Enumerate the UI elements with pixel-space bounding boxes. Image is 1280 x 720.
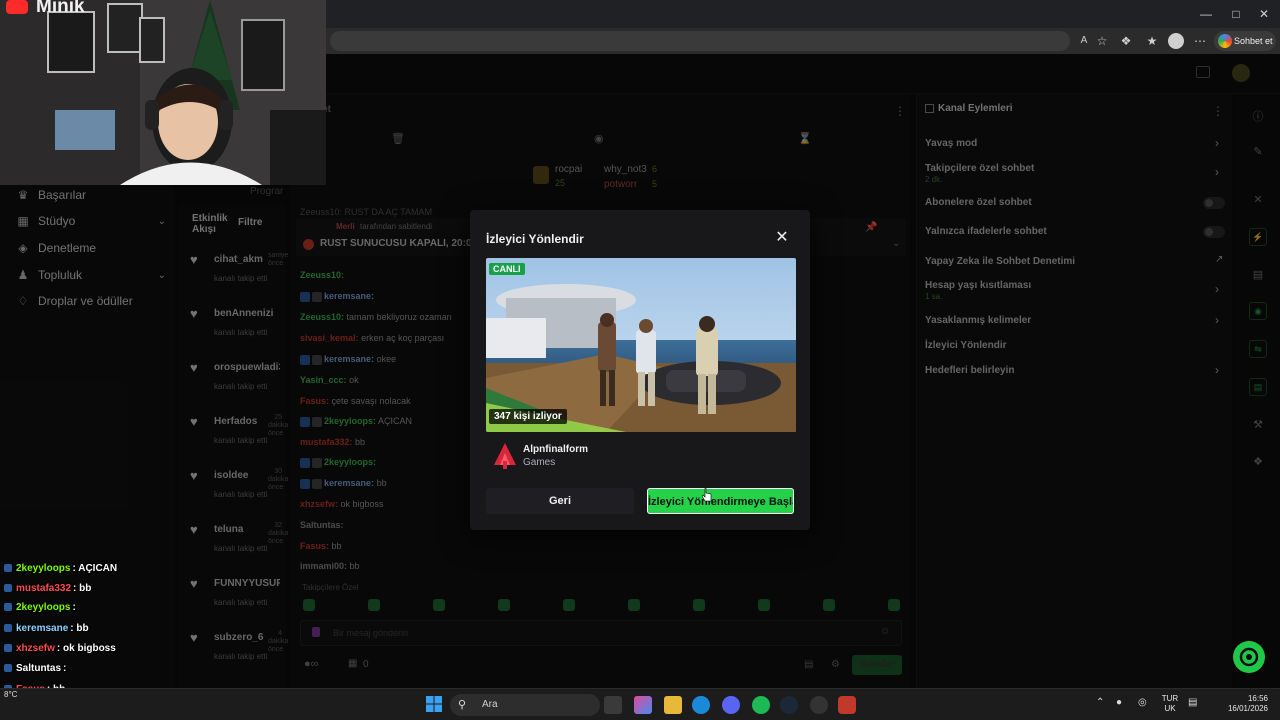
discord-icon[interactable] xyxy=(722,696,740,714)
modal-title: İzleyici Yönlendir xyxy=(486,232,584,246)
subscriber-badge-icon xyxy=(4,664,12,673)
lang-bottom: UK xyxy=(1164,704,1176,713)
close-icon[interactable]: ✕ xyxy=(774,230,790,246)
search-icon: ⚲ xyxy=(458,699,467,711)
subscriber-badge-icon xyxy=(4,564,12,573)
overlay-chat-text: : ok bigboss xyxy=(56,643,116,654)
help-button[interactable] xyxy=(1233,641,1265,673)
overlay-chat-text: : bb xyxy=(70,623,89,634)
tray-icon[interactable]: ● xyxy=(1116,697,1122,708)
obs-icon[interactable] xyxy=(810,696,828,714)
extensions-icon[interactable]: ❖ xyxy=(1116,31,1136,51)
channel-category: Games xyxy=(523,457,556,468)
spotify-icon[interactable] xyxy=(752,696,770,714)
favorites-icon[interactable]: ★ xyxy=(1142,31,1162,51)
address-bar[interactable] xyxy=(330,31,1070,51)
overlay-title: Minik xyxy=(36,0,85,17)
copilot-chat-label: Sohbet et xyxy=(1234,36,1273,46)
overlay-chat-username: xhzsefw xyxy=(16,643,55,654)
overlay-chat-username: mustafa332 xyxy=(16,583,72,594)
viewer-count-badge: 347 kişi izliyor xyxy=(489,409,567,424)
start-raid-button[interactable]: İzleyici Yönlendirmeye Başla xyxy=(647,488,794,514)
app-icon[interactable] xyxy=(838,696,856,714)
clock[interactable]: 16:56 16/01/2026 xyxy=(1212,694,1268,714)
overlay-chat-message: mustafa332: bb xyxy=(4,583,91,594)
microphone-icon[interactable]: ◎ xyxy=(1138,697,1147,708)
overlay-chat-username: 2keyyloops xyxy=(16,563,71,574)
subscriber-badge-icon xyxy=(4,584,12,593)
copilot-chat-button[interactable]: Sohbet et xyxy=(1214,31,1276,51)
channel-logo-icon xyxy=(494,443,516,469)
favorite-star-icon[interactable]: ☆ xyxy=(1092,31,1112,51)
taskbar-search[interactable]: Ara xyxy=(450,694,600,716)
live-badge: CANLI xyxy=(489,263,525,275)
overlay-chat-text: : xyxy=(63,663,67,674)
overlay-chat-text: : AÇICAN xyxy=(72,563,118,574)
youtube-logo-icon xyxy=(6,0,28,14)
subscriber-badge-icon xyxy=(4,644,12,653)
channel-name[interactable]: Alpnfinalform xyxy=(523,444,588,455)
minimize-icon[interactable]: — xyxy=(1196,4,1216,24)
windows-start-icon[interactable] xyxy=(426,696,442,712)
profile-avatar[interactable] xyxy=(1168,33,1184,49)
task-view-icon[interactable] xyxy=(604,696,622,714)
subscriber-badge-icon xyxy=(4,603,12,612)
close-window-icon[interactable]: ✕ xyxy=(1254,4,1274,24)
overlay-chat-username: keremsane xyxy=(16,623,69,634)
overlay-chat-message: keremsane: bb xyxy=(4,623,89,634)
webcam-overlay xyxy=(0,0,326,185)
copilot-icon xyxy=(1218,34,1232,48)
stream-thumbnail xyxy=(486,258,796,432)
chevron-up-icon[interactable]: ⌃ xyxy=(1096,697,1104,708)
lang-top: TUR xyxy=(1161,694,1179,703)
overlay-chat-message: 2keyyloops: xyxy=(4,602,76,613)
more-options-icon[interactable]: ⋯ xyxy=(1190,31,1210,51)
mouse-cursor-icon xyxy=(702,488,712,502)
clock-time: 16:56 xyxy=(1247,694,1268,703)
network-icon[interactable]: ▤ xyxy=(1188,697,1197,708)
overlay-chat-message: 2keyyloops: AÇICAN xyxy=(4,563,117,574)
maximize-icon[interactable]: □ xyxy=(1226,4,1246,24)
clock-date: 16/01/2026 xyxy=(1227,704,1268,713)
overlay-chat-username: 2keyyloops xyxy=(16,602,71,613)
edge-browser-icon[interactable] xyxy=(692,696,710,714)
weather-widget[interactable]: 8°C xyxy=(4,690,17,699)
overlay-chat-message: Saltuntas: xyxy=(4,663,66,674)
copilot-icon[interactable] xyxy=(634,696,652,714)
steam-icon[interactable] xyxy=(780,696,798,714)
subscriber-badge-icon xyxy=(4,624,12,633)
language-indicator[interactable]: TUR UK xyxy=(1160,694,1180,714)
file-explorer-icon[interactable] xyxy=(664,696,682,714)
overlay-chat-username: Saltuntas xyxy=(16,663,62,674)
overlay-chat-message: xhzsefw: ok bigboss xyxy=(4,643,116,654)
overlay-chat-text: : xyxy=(72,602,76,613)
search-label: Ara xyxy=(482,699,498,710)
read-aloud-icon[interactable]: A xyxy=(1074,31,1094,51)
back-button[interactable]: Geri xyxy=(486,488,634,514)
overlay-chat-text: : bb xyxy=(73,583,92,594)
